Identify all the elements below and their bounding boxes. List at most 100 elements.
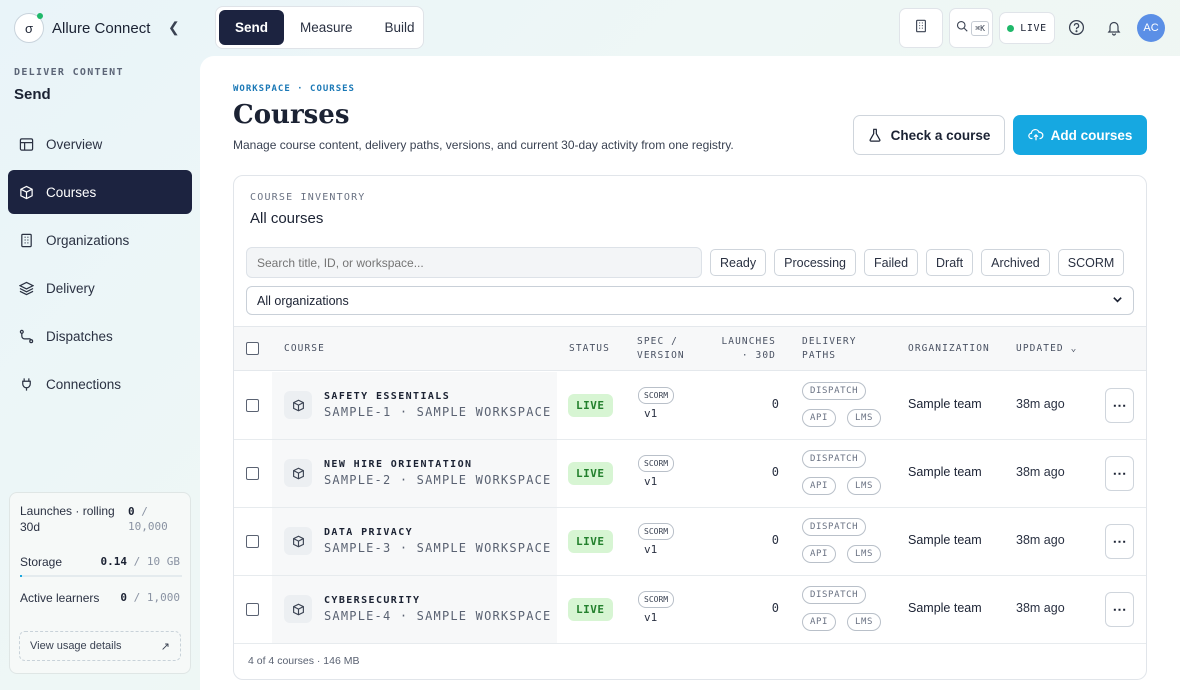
table-row[interactable]: SAFETY ESSENTIALS SAMPLE-1 · SAMPLE WORKS… <box>234 372 1146 440</box>
table-row[interactable]: DATA PRIVACY SAMPLE-3 · SAMPLE WORKSPACE L… <box>234 508 1146 576</box>
add-courses-button[interactable]: Add courses <box>1013 115 1147 155</box>
usage-launches: Launches · rolling 30d 0 / 10,000 <box>20 503 180 535</box>
filter-scorm[interactable]: SCORM <box>1057 249 1125 276</box>
organization-select[interactable]: All organizations <box>246 286 1134 315</box>
help-icon[interactable] <box>1068 19 1085 41</box>
view-usage-details-label: View usage details <box>30 640 122 652</box>
more-options-button[interactable]: ⋯ <box>1105 592 1134 627</box>
row-checkbox[interactable] <box>246 467 259 480</box>
row-checkbox[interactable] <box>246 399 259 412</box>
course-cell[interactable]: DATA PRIVACY SAMPLE-3 · SAMPLE WORKSPACE <box>272 508 557 575</box>
search-icon <box>956 19 968 37</box>
course-subtitle: SAMPLE-3 · SAMPLE WORKSPACE <box>324 541 552 555</box>
table-row[interactable]: CYBERSECURITY SAMPLE-4 · SAMPLE WORKSPACE… <box>234 576 1146 644</box>
sidebar-item-label: Connections <box>46 376 122 392</box>
building-icon <box>914 19 928 38</box>
filter-archived[interactable]: Archived <box>981 249 1050 276</box>
organization-name: Sample team <box>908 397 982 411</box>
search-input[interactable] <box>246 247 702 278</box>
storage-progress-bar <box>20 575 182 577</box>
package-icon <box>284 527 312 555</box>
plug-icon <box>18 376 34 392</box>
inventory-title: All courses <box>250 210 324 227</box>
usage-storage: Storage 0.14 / 10 GB <box>20 555 180 569</box>
usage-launches-value: 0 / 10,000 <box>128 505 168 533</box>
path-tag-dispatch: DISPATCH <box>802 518 867 536</box>
sidebar-item-dispatches[interactable]: Dispatches <box>8 314 192 358</box>
col-delivery-paths[interactable]: DELIVERY PATHS <box>802 335 857 363</box>
more-options-button[interactable]: ⋯ <box>1105 388 1134 423</box>
package-icon <box>284 595 312 623</box>
sidebar-item-courses[interactable]: Courses <box>8 170 192 214</box>
launches-count: 0 <box>771 397 779 411</box>
row-checkbox[interactable] <box>246 535 259 548</box>
bell-icon[interactable] <box>1106 19 1122 41</box>
live-status-badge[interactable]: LIVE <box>999 12 1055 44</box>
spec-badge: SCORM <box>638 523 675 540</box>
course-cell[interactable]: CYBERSECURITY SAMPLE-4 · SAMPLE WORKSPACE <box>272 576 557 643</box>
collapse-sidebar-icon[interactable]: ❮ <box>168 19 180 36</box>
check-course-button[interactable]: Check a course <box>853 115 1005 155</box>
col-spec[interactable]: SPEC / VERSION <box>637 335 685 363</box>
organization-name: Sample team <box>908 465 982 479</box>
filter-draft[interactable]: Draft <box>926 249 974 276</box>
filter-processing[interactable]: Processing <box>774 249 856 276</box>
package-icon <box>284 391 312 419</box>
course-inventory-card: COURSE INVENTORY All courses Ready Proce… <box>233 175 1147 680</box>
path-tag-api: API <box>802 613 837 631</box>
more-options-button[interactable]: ⋯ <box>1105 524 1134 559</box>
path-tag-dispatch: DISPATCH <box>802 586 867 604</box>
path-tag-lms: LMS <box>847 613 882 631</box>
path-tag-api: API <box>802 545 837 563</box>
brand[interactable]: σ Allure Connect <box>14 13 150 43</box>
table-footer: 4 of 4 courses · 146 MB <box>248 655 360 667</box>
path-tag-api: API <box>802 477 837 495</box>
package-icon <box>284 459 312 487</box>
launches-count: 0 <box>771 601 779 615</box>
usage-panel: Launches · rolling 30d 0 / 10,000 Storag… <box>9 492 191 674</box>
table-header: COURSE STATUS SPEC / VERSION LAUNCHES · 30… <box>234 326 1146 371</box>
select-all-checkbox[interactable] <box>246 342 259 355</box>
view-usage-details-link[interactable]: View usage details ↗ <box>19 631 181 661</box>
row-checkbox[interactable] <box>246 603 259 616</box>
col-updated[interactable]: UPDATED ⌄ <box>1016 342 1077 356</box>
inventory-label: COURSE INVENTORY <box>250 192 366 203</box>
tab-send[interactable]: Send <box>219 10 285 45</box>
course-title: CYBERSECURITY <box>324 595 421 606</box>
page-title: Courses <box>233 100 350 130</box>
tab-build[interactable]: Build <box>369 10 431 45</box>
search-button[interactable]: ⌘K <box>949 8 993 48</box>
table-row[interactable]: NEW HIRE ORIENTATION SAMPLE-2 · SAMPLE WO… <box>234 440 1146 508</box>
sidebar-item-label: Overview <box>46 136 103 152</box>
sidebar-item-overview[interactable]: Overview <box>8 122 192 166</box>
col-organization[interactable]: ORGANIZATION <box>908 342 990 356</box>
tab-measure[interactable]: Measure <box>284 10 369 45</box>
route-icon <box>18 328 34 344</box>
more-options-button[interactable]: ⋯ <box>1105 456 1134 491</box>
avatar[interactable]: AC <box>1137 14 1165 42</box>
col-launches[interactable]: LAUNCHES · 30D <box>719 335 776 363</box>
chevron-down-icon <box>1112 294 1123 308</box>
updated-time: 38m ago <box>1016 601 1065 615</box>
app-name: Allure Connect <box>52 19 151 37</box>
filter-failed[interactable]: Failed <box>863 249 919 276</box>
usage-learners: Active learners 0 / 1,000 <box>20 591 180 605</box>
filter-ready[interactable]: Ready <box>710 249 767 276</box>
sidebar-item-connections[interactable]: Connections <box>8 362 192 406</box>
layers-icon <box>18 280 34 296</box>
spec-badge: SCORM <box>638 455 675 472</box>
main-content: WORKSPACE · COURSES Courses Manage cours… <box>200 56 1180 690</box>
workspace-button[interactable] <box>899 8 943 48</box>
sidebar-nav: Overview Courses Organizations Delivery … <box>8 122 192 410</box>
version-label: v1 <box>644 611 658 624</box>
live-dot-icon <box>1007 24 1015 32</box>
col-course[interactable]: COURSE <box>284 342 325 356</box>
breadcrumb[interactable]: WORKSPACE · COURSES <box>233 84 355 94</box>
package-icon <box>18 184 34 200</box>
course-title: SAFETY ESSENTIALS <box>324 391 451 402</box>
sidebar-item-organizations[interactable]: Organizations <box>8 218 192 262</box>
col-status[interactable]: STATUS <box>569 342 610 356</box>
course-cell[interactable]: SAFETY ESSENTIALS SAMPLE-1 · SAMPLE WORKS… <box>272 372 557 439</box>
sidebar-item-delivery[interactable]: Delivery <box>8 266 192 310</box>
course-cell[interactable]: NEW HIRE ORIENTATION SAMPLE-2 · SAMPLE WO… <box>272 440 557 507</box>
